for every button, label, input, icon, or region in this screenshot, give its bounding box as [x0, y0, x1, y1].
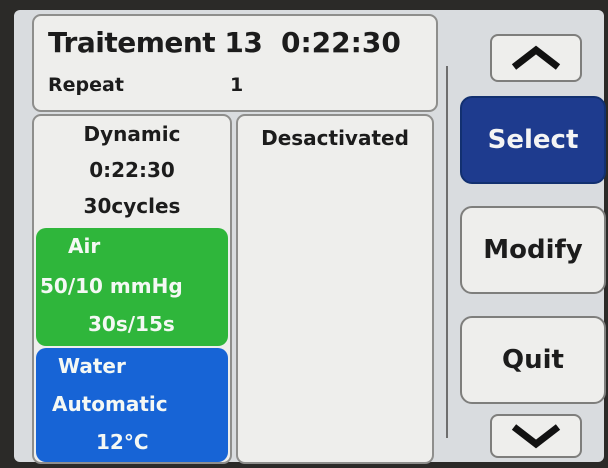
program-summary: Dynamic 0:22:30 30cycles [34, 116, 230, 226]
repeat-value: 1 [230, 74, 244, 96]
secondary-panel[interactable]: Desactivated [236, 114, 434, 464]
water-temperature: 12°C [96, 430, 149, 454]
program-duration: 0:22:30 [89, 158, 175, 182]
column-divider [446, 66, 448, 438]
air-timing: 30s/15s [88, 312, 175, 336]
program-panel[interactable]: Dynamic 0:22:30 30cycles Air 50/10 mmHg … [32, 114, 232, 464]
water-mode: Automatic [52, 392, 168, 416]
device-screen: Traitement 13 0:22:30 Repeat 1 Dynamic 0… [14, 10, 606, 464]
treatment-time: 0:22:30 [281, 26, 401, 59]
repeat-label: Repeat [48, 74, 124, 96]
treatment-title: Traitement 13 [48, 26, 263, 59]
select-button[interactable]: Select [460, 96, 606, 184]
water-block[interactable]: Water Automatic 12°C [36, 348, 228, 462]
chevron-down-icon [511, 424, 561, 449]
air-pressure: 50/10 mmHg [40, 274, 183, 298]
treatment-header: Traitement 13 0:22:30 Repeat 1 [32, 14, 438, 112]
air-block[interactable]: Air 50/10 mmHg 30s/15s [36, 228, 228, 346]
air-label: Air [68, 234, 101, 258]
quit-button[interactable]: Quit [460, 316, 606, 404]
modify-button[interactable]: Modify [460, 206, 606, 294]
chevron-up-icon [511, 45, 561, 70]
water-label: Water [58, 354, 126, 378]
secondary-status: Desactivated [261, 126, 409, 150]
program-mode: Dynamic [83, 122, 181, 146]
program-cycles: 30cycles [83, 194, 181, 218]
scroll-up-button[interactable] [490, 34, 582, 82]
scroll-down-button[interactable] [490, 414, 582, 458]
